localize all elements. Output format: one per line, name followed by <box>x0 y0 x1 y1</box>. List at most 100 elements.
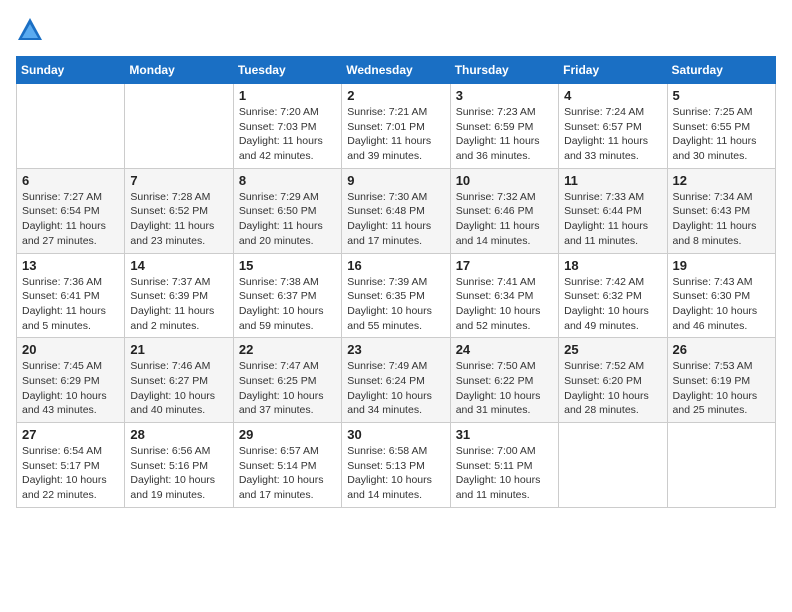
day-cell: 23 Sunrise: 7:49 AMSunset: 6:24 PMDayligh… <box>342 338 450 423</box>
day-cell: 30 Sunrise: 6:58 AMSunset: 5:13 PMDayligh… <box>342 423 450 508</box>
day-number: 30 <box>347 427 444 442</box>
day-info: Sunrise: 7:37 AMSunset: 6:39 PMDaylight:… <box>130 275 227 334</box>
weekday-header-row: SundayMondayTuesdayWednesdayThursdayFrid… <box>17 57 776 84</box>
day-cell: 22Sunrise: 7:47 AMSunset: 6:25 PMDayligh… <box>233 338 341 423</box>
weekday-header-sunday: Sunday <box>17 57 125 84</box>
day-cell: 3Sunrise: 7:23 AMSunset: 6:59 PMDaylight… <box>450 84 558 169</box>
week-row-2: 6 Sunrise: 7:27 AMSunset: 6:54 PMDaylight… <box>17 168 776 253</box>
day-number: 13 <box>22 258 119 273</box>
day-cell: 21 Sunrise: 7:46 AMSunset: 6:27 PMDayligh… <box>125 338 233 423</box>
day-info: Sunrise: 7:36 AMSunset: 6:41 PMDaylight:… <box>22 275 119 334</box>
day-info: Sunrise: 7:20 AMSunset: 7:03 PMDaylight:… <box>239 105 336 164</box>
day-cell: 1Sunrise: 7:20 AMSunset: 7:03 PMDaylight… <box>233 84 341 169</box>
day-number: 15 <box>239 258 336 273</box>
day-cell: 24 Sunrise: 7:50 AMSunset: 6:22 PMDayligh… <box>450 338 558 423</box>
day-number: 18 <box>564 258 661 273</box>
day-info: Sunrise: 7:29 AMSunset: 6:50 PMDaylight:… <box>239 190 336 249</box>
day-info: Sunrise: 7:39 AMSunset: 6:35 PMDaylight:… <box>347 275 444 334</box>
day-cell: 26 Sunrise: 7:53 AMSunset: 6:19 PMDayligh… <box>667 338 775 423</box>
day-number: 17 <box>456 258 553 273</box>
weekday-header-wednesday: Wednesday <box>342 57 450 84</box>
day-cell: 29 Sunrise: 6:57 AMSunset: 5:14 PMDayligh… <box>233 423 341 508</box>
day-info: Sunrise: 7:25 AMSunset: 6:55 PMDaylight:… <box>673 105 770 164</box>
day-cell: 6 Sunrise: 7:27 AMSunset: 6:54 PMDaylight… <box>17 168 125 253</box>
weekday-header-monday: Monday <box>125 57 233 84</box>
day-number: 16 <box>347 258 444 273</box>
week-row-1: 1Sunrise: 7:20 AMSunset: 7:03 PMDaylight… <box>17 84 776 169</box>
day-number: 8 <box>239 173 336 188</box>
day-number: 21 <box>130 342 227 357</box>
day-number: 24 <box>456 342 553 357</box>
day-number: 3 <box>456 88 553 103</box>
day-info: Sunrise: 6:54 AMSunset: 5:17 PMDaylight:… <box>22 444 119 503</box>
day-cell: 12 Sunrise: 7:34 AMSunset: 6:43 PMDayligh… <box>667 168 775 253</box>
weekday-header-saturday: Saturday <box>667 57 775 84</box>
day-number: 14 <box>130 258 227 273</box>
day-cell: 9Sunrise: 7:30 AMSunset: 6:48 PMDaylight… <box>342 168 450 253</box>
day-cell: 19 Sunrise: 7:43 AMSunset: 6:30 PMDayligh… <box>667 253 775 338</box>
day-cell: 8 Sunrise: 7:29 AMSunset: 6:50 PMDaylight… <box>233 168 341 253</box>
day-info: Sunrise: 6:57 AMSunset: 5:14 PMDaylight:… <box>239 444 336 503</box>
day-cell: 27 Sunrise: 6:54 AMSunset: 5:17 PMDayligh… <box>17 423 125 508</box>
day-number: 10 <box>456 173 553 188</box>
calendar-table: SundayMondayTuesdayWednesdayThursdayFrid… <box>16 56 776 508</box>
logo-icon <box>16 16 44 44</box>
day-cell <box>125 84 233 169</box>
day-cell: 5 Sunrise: 7:25 AMSunset: 6:55 PMDaylight… <box>667 84 775 169</box>
day-number: 5 <box>673 88 770 103</box>
day-info: Sunrise: 7:21 AMSunset: 7:01 PMDaylight:… <box>347 105 444 164</box>
day-number: 9 <box>347 173 444 188</box>
day-info: Sunrise: 7:27 AMSunset: 6:54 PMDaylight:… <box>22 190 119 249</box>
day-cell: 16 Sunrise: 7:39 AMSunset: 6:35 PMDayligh… <box>342 253 450 338</box>
day-number: 25 <box>564 342 661 357</box>
day-cell: 25Sunrise: 7:52 AMSunset: 6:20 PMDayligh… <box>559 338 667 423</box>
day-number: 22 <box>239 342 336 357</box>
day-info: Sunrise: 7:49 AMSunset: 6:24 PMDaylight:… <box>347 359 444 418</box>
day-cell: 14 Sunrise: 7:37 AMSunset: 6:39 PMDayligh… <box>125 253 233 338</box>
day-info: Sunrise: 6:56 AMSunset: 5:16 PMDaylight:… <box>130 444 227 503</box>
weekday-header-friday: Friday <box>559 57 667 84</box>
day-cell: 20 Sunrise: 7:45 AMSunset: 6:29 PMDayligh… <box>17 338 125 423</box>
logo <box>16 16 48 44</box>
day-cell <box>667 423 775 508</box>
day-number: 7 <box>130 173 227 188</box>
day-cell: 7 Sunrise: 7:28 AMSunset: 6:52 PMDaylight… <box>125 168 233 253</box>
day-info: Sunrise: 7:28 AMSunset: 6:52 PMDaylight:… <box>130 190 227 249</box>
day-number: 27 <box>22 427 119 442</box>
day-cell: 18Sunrise: 7:42 AMSunset: 6:32 PMDayligh… <box>559 253 667 338</box>
day-number: 11 <box>564 173 661 188</box>
day-number: 20 <box>22 342 119 357</box>
day-cell: 17Sunrise: 7:41 AMSunset: 6:34 PMDayligh… <box>450 253 558 338</box>
day-info: Sunrise: 7:00 AMSunset: 5:11 PMDaylight:… <box>456 444 553 503</box>
day-info: Sunrise: 7:45 AMSunset: 6:29 PMDaylight:… <box>22 359 119 418</box>
day-cell: 15 Sunrise: 7:38 AMSunset: 6:37 PMDayligh… <box>233 253 341 338</box>
day-cell: 13 Sunrise: 7:36 AMSunset: 6:41 PMDayligh… <box>17 253 125 338</box>
day-info: Sunrise: 7:32 AMSunset: 6:46 PMDaylight:… <box>456 190 553 249</box>
day-cell: 28Sunrise: 6:56 AMSunset: 5:16 PMDayligh… <box>125 423 233 508</box>
weekday-header-thursday: Thursday <box>450 57 558 84</box>
day-number: 23 <box>347 342 444 357</box>
day-info: Sunrise: 6:58 AMSunset: 5:13 PMDaylight:… <box>347 444 444 503</box>
week-row-5: 27 Sunrise: 6:54 AMSunset: 5:17 PMDayligh… <box>17 423 776 508</box>
day-number: 26 <box>673 342 770 357</box>
day-info: Sunrise: 7:46 AMSunset: 6:27 PMDaylight:… <box>130 359 227 418</box>
day-number: 6 <box>22 173 119 188</box>
day-cell: 10 Sunrise: 7:32 AMSunset: 6:46 PMDayligh… <box>450 168 558 253</box>
day-cell: 4 Sunrise: 7:24 AMSunset: 6:57 PMDaylight… <box>559 84 667 169</box>
day-number: 29 <box>239 427 336 442</box>
day-cell <box>559 423 667 508</box>
week-row-3: 13 Sunrise: 7:36 AMSunset: 6:41 PMDayligh… <box>17 253 776 338</box>
day-info: Sunrise: 7:43 AMSunset: 6:30 PMDaylight:… <box>673 275 770 334</box>
day-info: Sunrise: 7:24 AMSunset: 6:57 PMDaylight:… <box>564 105 661 164</box>
day-number: 19 <box>673 258 770 273</box>
day-number: 12 <box>673 173 770 188</box>
day-number: 4 <box>564 88 661 103</box>
day-info: Sunrise: 7:38 AMSunset: 6:37 PMDaylight:… <box>239 275 336 334</box>
day-cell: 11 Sunrise: 7:33 AMSunset: 6:44 PMDayligh… <box>559 168 667 253</box>
day-info: Sunrise: 7:33 AMSunset: 6:44 PMDaylight:… <box>564 190 661 249</box>
day-cell <box>17 84 125 169</box>
day-info: Sunrise: 7:50 AMSunset: 6:22 PMDaylight:… <box>456 359 553 418</box>
day-info: Sunrise: 7:34 AMSunset: 6:43 PMDaylight:… <box>673 190 770 249</box>
day-cell: 2Sunrise: 7:21 AMSunset: 7:01 PMDaylight… <box>342 84 450 169</box>
day-info: Sunrise: 7:53 AMSunset: 6:19 PMDaylight:… <box>673 359 770 418</box>
